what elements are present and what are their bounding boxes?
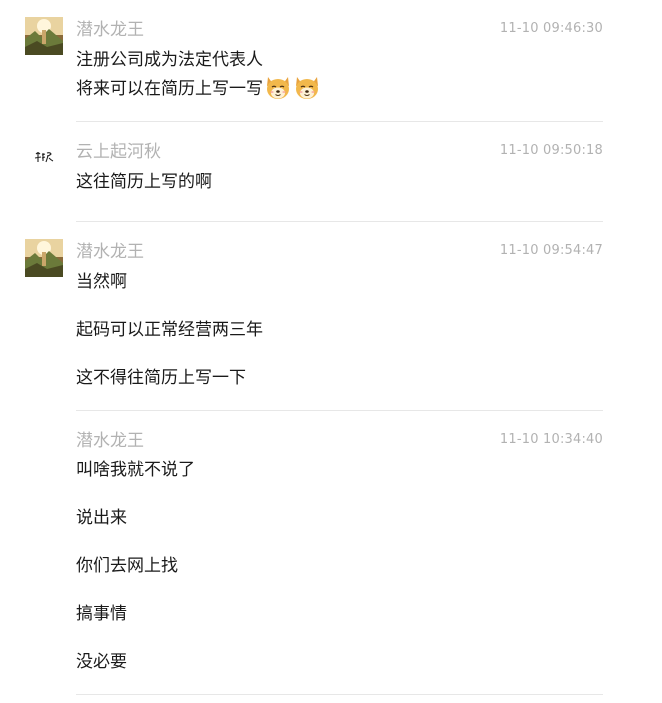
sender-name[interactable]: 潜水龙王 [76,430,144,452]
chat-history: 潜水龙王 11-10 09:46:30 注册公司成为法定代表人 将来可以在简历上… [0,0,662,703]
sender-name[interactable]: 潜水龙王 [76,19,144,41]
message-text: 当然啊 [76,272,127,292]
sender-name[interactable]: 云上起河秋 [76,141,161,163]
message-text: 将来可以在简历上写一写 [76,79,263,99]
avatar[interactable] [25,239,63,277]
message-text: 这不得往简历上写一下 [76,368,246,388]
sender-name[interactable]: 潜水龙王 [76,241,144,263]
message-timestamp: 11-10 10:34:40 [499,432,603,447]
calligraphy-avatar-icon [25,138,63,176]
message-text: 你们去网上找 [76,556,178,576]
shiba-doge-emoji-icon [264,73,292,101]
shiba-doge-emoji-icon [293,73,321,101]
message-timestamp: 11-10 09:54:47 [499,243,603,258]
message-timestamp: 11-10 09:50:18 [499,143,603,158]
message-text: 搞事情 [76,604,127,624]
message-text: 注册公司成为法定代表人 [76,50,263,70]
landscape-avatar-icon [25,17,63,55]
message-text: 说出来 [76,508,127,528]
message-divider [76,410,603,411]
message-divider [76,694,603,695]
avatar[interactable] [25,138,63,176]
landscape-avatar-icon [25,239,63,277]
message-divider [76,221,603,222]
message-text: 叫啥我就不说了 [76,460,195,480]
message-timestamp: 11-10 09:46:30 [499,21,603,36]
message-text: 这往简历上写的啊 [76,172,212,192]
message-text-with-emoji: 将来可以在简历上写一写 [76,73,321,101]
message-text: 起码可以正常经营两三年 [76,320,263,340]
avatar[interactable] [25,17,63,55]
message-text: 没必要 [76,652,127,672]
message-divider [76,121,603,122]
